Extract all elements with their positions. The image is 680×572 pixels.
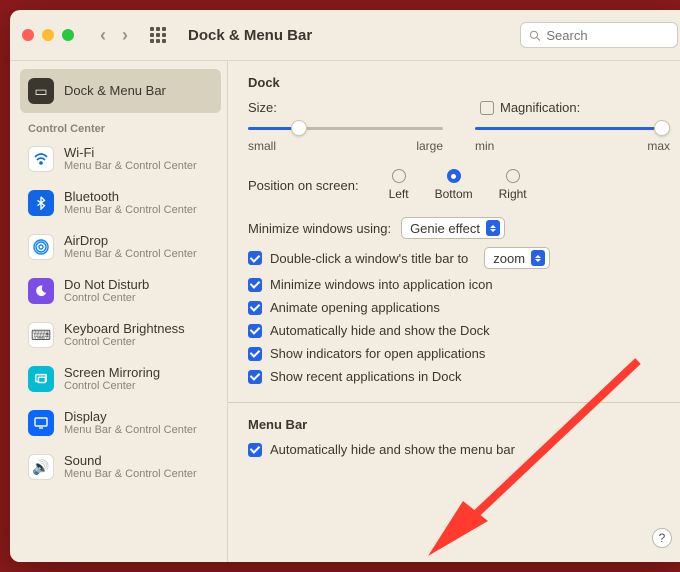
moon-icon (28, 278, 54, 304)
sidebar-item-label: Do Not Disturb (64, 277, 149, 293)
back-button[interactable]: ‹ (100, 25, 106, 46)
size-min: small (248, 139, 276, 153)
dock-section: Dock Size: Magnification: (228, 61, 680, 402)
chevron-updown-icon (486, 220, 500, 236)
sidebar[interactable]: ▭ Dock & Menu Bar Control Center Wi-FiMe… (10, 61, 228, 562)
menubar-section: Menu Bar Automatically hide and show the… (228, 403, 680, 475)
sidebar-item-sub: Menu Bar & Control Center (64, 204, 197, 217)
sidebar-item-dock-menubar[interactable]: ▭ Dock & Menu Bar (20, 69, 221, 113)
minimize-into-app-checkbox[interactable] (248, 278, 262, 292)
animate-label: Animate opening applications (270, 300, 440, 315)
magnification-slider[interactable] (475, 119, 670, 137)
nav-buttons: ‹ › (100, 25, 128, 46)
autohide-menubar-checkbox[interactable] (248, 443, 262, 457)
autohide-dock-checkbox[interactable] (248, 324, 262, 338)
sidebar-item-sub: Menu Bar & Control Center (64, 160, 197, 173)
doubleclick-label: Double-click a window's title bar to (270, 251, 468, 266)
size-label: Size: (248, 100, 480, 115)
menubar-title: Menu Bar (248, 417, 670, 432)
search-field[interactable] (520, 22, 678, 48)
sound-icon: 🔊 (28, 454, 54, 480)
minimize-using-label: Minimize windows using: (248, 221, 391, 236)
sidebar-item-sub: Control Center (64, 292, 149, 305)
sidebar-item-display[interactable]: DisplayMenu Bar & Control Center (20, 401, 221, 445)
sidebar-item-sound[interactable]: 🔊 SoundMenu Bar & Control Center (20, 445, 221, 489)
magnification-checkbox[interactable] (480, 101, 494, 115)
sidebar-item-label: Dock & Menu Bar (64, 83, 166, 99)
dock-title: Dock (248, 75, 670, 90)
wifi-icon (28, 146, 54, 172)
sidebar-item-label: Keyboard Brightness (64, 321, 185, 337)
window-controls (22, 29, 74, 41)
chevron-updown-icon (531, 250, 545, 266)
keyboard-brightness-icon: ⌨ (28, 322, 54, 348)
sidebar-item-keyboard-brightness[interactable]: ⌨ Keyboard BrightnessControl Center (20, 313, 221, 357)
position-left[interactable]: Left (389, 169, 409, 201)
sidebar-item-label: Wi-Fi (64, 145, 197, 161)
doubleclick-checkbox[interactable] (248, 251, 262, 265)
autohide-menubar-label: Automatically hide and show the menu bar (270, 442, 515, 457)
position-bottom[interactable]: Bottom (435, 169, 473, 201)
sidebar-item-label: Screen Mirroring (64, 365, 160, 381)
sidebar-item-sub: Menu Bar & Control Center (64, 248, 197, 261)
content: Dock Size: Magnification: (228, 61, 680, 562)
bluetooth-icon (28, 190, 54, 216)
titlebar: ‹ › Dock & Menu Bar (10, 10, 680, 60)
sidebar-item-label: Bluetooth (64, 189, 197, 205)
sidebar-heading-control-center: Control Center (20, 113, 221, 137)
mag-max: max (647, 139, 670, 153)
search-icon (529, 29, 540, 42)
body: ▭ Dock & Menu Bar Control Center Wi-FiMe… (10, 60, 680, 562)
doubleclick-action-select[interactable]: zoom (484, 247, 550, 269)
sidebar-item-label: Display (64, 409, 197, 425)
sidebar-item-airdrop[interactable]: AirDropMenu Bar & Control Center (20, 225, 221, 269)
preferences-window: ‹ › Dock & Menu Bar ▭ Dock & Menu Bar Co… (10, 10, 680, 562)
autohide-dock-label: Automatically hide and show the Dock (270, 323, 490, 338)
airdrop-icon (28, 234, 54, 260)
position-right[interactable]: Right (499, 169, 527, 201)
display-icon (28, 410, 54, 436)
minimize-into-app-label: Minimize windows into application icon (270, 277, 493, 292)
position-label: Position on screen: (248, 178, 359, 193)
indicators-label: Show indicators for open applications (270, 346, 485, 361)
search-input[interactable] (546, 28, 669, 43)
mag-min: min (475, 139, 494, 153)
close-button[interactable] (22, 29, 34, 41)
minimize-button[interactable] (42, 29, 54, 41)
sidebar-item-sub: Control Center (64, 336, 185, 349)
sidebar-item-dnd[interactable]: Do Not DisturbControl Center (20, 269, 221, 313)
dock-icon: ▭ (28, 78, 54, 104)
recent-apps-label: Show recent applications in Dock (270, 369, 462, 384)
minimize-effect-select[interactable]: Genie effect (401, 217, 505, 239)
sidebar-item-bluetooth[interactable]: BluetoothMenu Bar & Control Center (20, 181, 221, 225)
sidebar-item-wifi[interactable]: Wi-FiMenu Bar & Control Center (20, 137, 221, 181)
recent-apps-checkbox[interactable] (248, 370, 262, 384)
size-max: large (416, 139, 443, 153)
magnification-label: Magnification: (500, 100, 580, 115)
screen-mirroring-icon (28, 366, 54, 392)
sidebar-item-screen-mirroring[interactable]: Screen MirroringControl Center (20, 357, 221, 401)
help-button[interactable]: ? (652, 528, 672, 548)
forward-button[interactable]: › (122, 25, 128, 46)
fullscreen-button[interactable] (62, 29, 74, 41)
sidebar-item-sub: Menu Bar & Control Center (64, 424, 197, 437)
sidebar-item-sub: Control Center (64, 380, 160, 393)
sidebar-item-sub: Menu Bar & Control Center (64, 468, 197, 481)
sidebar-item-label: AirDrop (64, 233, 197, 249)
indicators-checkbox[interactable] (248, 347, 262, 361)
window-title: Dock & Menu Bar (188, 27, 312, 44)
size-slider[interactable] (248, 119, 443, 137)
sidebar-item-label: Sound (64, 453, 197, 469)
show-all-button[interactable] (150, 27, 166, 43)
animate-checkbox[interactable] (248, 301, 262, 315)
